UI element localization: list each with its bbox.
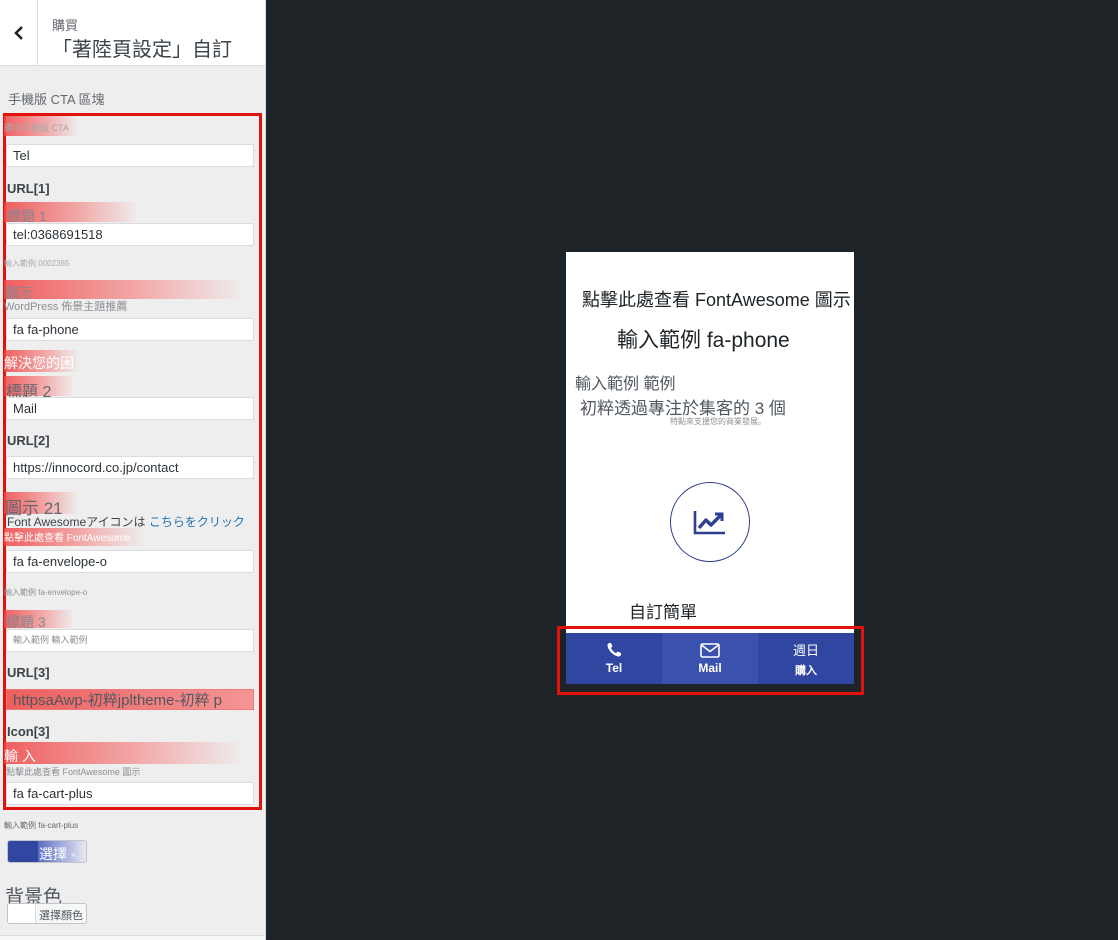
- title3-input[interactable]: 輸入範例 輸入範例: [6, 629, 254, 652]
- select-color-label: 選擇 ◦: [39, 846, 76, 862]
- solve-text: 解決您的困: [4, 355, 74, 371]
- fontawesome-hint: 點擊此處查看 FontAwesome 圖示: [6, 767, 141, 777]
- color-swatch: [8, 904, 36, 923]
- highlight-mark: [4, 742, 244, 764]
- icon2-input[interactable]: fa fa-envelope-o: [6, 550, 254, 573]
- fontawesome-hint: 點擊此處查看 FontAwesome: [4, 533, 131, 544]
- color-swatch: [8, 841, 38, 862]
- feature-circle: [670, 482, 750, 562]
- preview-subtitle: 輸入範例 fa-phone: [617, 329, 790, 352]
- chart-line-icon: [693, 511, 725, 535]
- cta-color-picker[interactable]: 選擇 ◦: [7, 840, 87, 863]
- fontawesome-link[interactable]: こちらをクリック: [149, 515, 245, 529]
- fontawesome-note-text: Font Awesomeアイコンは: [7, 515, 149, 529]
- url3-input[interactable]: httpsaAwp-初粹jpltheme-初粹 p: [6, 689, 254, 710]
- url1-input[interactable]: tel:0368691518: [6, 223, 254, 246]
- field-label: 顯示手機版 CTA: [4, 123, 69, 133]
- icon1-desc: WordPress 佈景主題推薦: [4, 301, 128, 313]
- icon3-label: Icon[3]: [7, 724, 50, 739]
- icon3-input[interactable]: fa fa-cart-plus: [6, 782, 254, 805]
- preview-text: 特點來支援您的商業發展。: [670, 417, 766, 426]
- input-label: 輸 入: [4, 748, 36, 764]
- url2-label: URL[2]: [7, 433, 50, 448]
- chevron-left-icon: [13, 26, 23, 40]
- tel-label-input[interactable]: Tel: [6, 144, 254, 167]
- customizer-sidebar: 購買 「著陸頁設定」自訂 手機版 CTA 區塊 顯示手機版 CTA Tel UR…: [0, 0, 266, 940]
- select-color-label: 選擇顏色 ◦: [39, 910, 87, 922]
- breadcrumb: 購買: [52, 18, 79, 33]
- background-color-picker[interactable]: 選擇顏色 ◦: [7, 903, 87, 924]
- highlight-mark: [4, 280, 244, 299]
- cta-highlight-box: [557, 626, 864, 695]
- sidebar-footer: [0, 935, 265, 940]
- example-text: 輸入範例 fa-envelope-o: [4, 588, 88, 597]
- mobile-preview: [566, 252, 854, 684]
- preview-text: 輸入範例 範例: [575, 376, 676, 393]
- page-title: 「著陸頁設定」自訂: [52, 39, 232, 61]
- preview-text: 自訂簡單: [629, 603, 697, 622]
- url1-label: URL[1]: [7, 181, 50, 196]
- url3-label: URL[3]: [7, 665, 50, 680]
- icon1-input[interactable]: fa fa-phone: [6, 318, 254, 341]
- sidebar-header: 購買 「著陸頁設定」自訂: [0, 0, 265, 66]
- example-text: 輸入範例 fa-cart-plus: [4, 821, 79, 830]
- title2-input[interactable]: Mail: [6, 397, 254, 420]
- back-button[interactable]: [0, 0, 38, 66]
- section-title: 手機版 CTA 區塊: [8, 92, 105, 107]
- preview-title: 點擊此處查看 FontAwesome 圖示: [582, 290, 851, 310]
- url2-input[interactable]: https://innocord.co.jp/contact: [6, 456, 254, 479]
- example-text: 輸入範例 0002365: [4, 259, 70, 268]
